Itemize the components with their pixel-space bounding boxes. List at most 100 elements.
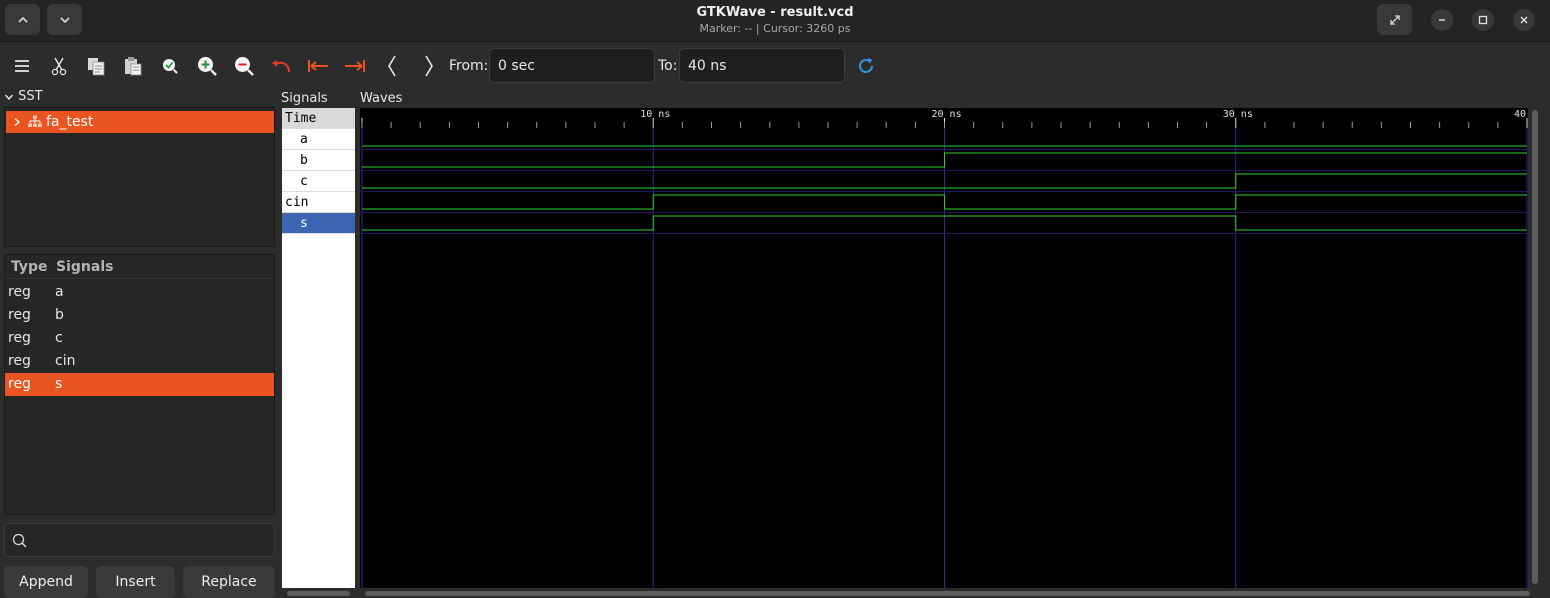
signal-list-row[interactable]: reg c: [5, 327, 274, 350]
time-tick-label: 20 ns: [932, 109, 962, 120]
fullscreen-icon: [1389, 14, 1400, 25]
maximize-icon: [1478, 15, 1488, 25]
time-tick-label: 30 ns: [1223, 109, 1253, 120]
signal-row-label: Time: [285, 111, 317, 126]
column-header-type[interactable]: Type: [11, 259, 48, 275]
signal-list-header: Type Signals: [5, 255, 274, 279]
from-label: From:: [449, 58, 489, 74]
signal-search-input[interactable]: [4, 523, 275, 557]
sst-tree: fa_test: [4, 107, 275, 247]
signal-type: reg: [8, 307, 31, 323]
zoom-out-icon: [235, 57, 254, 76]
reload-button[interactable]: [853, 53, 879, 79]
gtkwave-window: GTKWave - result.vcd Marker: -- | Cursor…: [0, 0, 1550, 598]
signal-list-row[interactable]: reg b: [5, 304, 274, 327]
minimize-button[interactable]: [1431, 9, 1453, 31]
signal-row-label: cin: [285, 195, 309, 210]
next-edge-button[interactable]: [416, 53, 442, 79]
signal-list: Type Signals reg a reg b reg c reg cin r…: [4, 254, 275, 515]
waveform-canvas[interactable]: 010 ns20 ns30 ns40 ns: [360, 108, 1528, 588]
undo-icon: [272, 60, 290, 73]
column-header-signals[interactable]: Signals: [56, 259, 113, 275]
search-icon: [12, 533, 27, 548]
signal-list-row[interactable]: reg cin: [5, 350, 274, 373]
next-edge-icon: [425, 55, 433, 77]
title-bar: GTKWave - result.vcd Marker: -- | Cursor…: [0, 0, 1550, 42]
waves-pane-label: Waves: [360, 91, 403, 106]
window-title: GTKWave - result.vcd: [696, 5, 854, 20]
signal-type: reg: [8, 376, 31, 392]
signal-row-time[interactable]: Time: [282, 108, 355, 129]
waves-horizontal-scrollbar[interactable]: [365, 591, 1530, 596]
time-tick-label: 10 ns: [640, 109, 670, 120]
prev-edge-button[interactable]: [379, 53, 405, 79]
cut-icon: [51, 57, 67, 76]
signal-row-c[interactable]: c: [282, 171, 355, 192]
to-input[interactable]: 40 ns: [679, 48, 845, 83]
to-label: To:: [658, 58, 678, 74]
tree-item-fa-test[interactable]: fa_test: [6, 111, 274, 133]
tree-item-label: fa_test: [46, 114, 94, 130]
zoom-fit-icon: [163, 59, 178, 74]
from-input[interactable]: 0 sec: [489, 48, 655, 83]
insert-button[interactable]: Insert: [96, 566, 175, 598]
signal-list-row-selected[interactable]: reg s: [5, 373, 274, 396]
signal-row-label: b: [300, 153, 308, 168]
signals-horizontal-scrollbar[interactable]: [287, 591, 350, 596]
go-end-icon: [345, 60, 365, 72]
signal-row-a[interactable]: a: [282, 129, 355, 150]
minimize-icon: [1439, 19, 1445, 21]
signal-type: reg: [8, 284, 31, 300]
signal-type: reg: [8, 330, 31, 346]
signal-name: s: [55, 376, 63, 392]
menu-icon: [15, 60, 29, 72]
signal-row-label: a: [300, 132, 308, 147]
signal-name: b: [55, 307, 64, 323]
paste-button[interactable]: [120, 53, 146, 79]
undo-button[interactable]: [268, 53, 294, 79]
signal-list-row[interactable]: reg a: [5, 281, 274, 304]
waveform-b: [362, 152, 1527, 168]
menu-button[interactable]: [9, 53, 35, 79]
sst-header-label: SST: [18, 89, 43, 104]
go-end-button[interactable]: [342, 53, 368, 79]
replace-button[interactable]: Replace: [183, 566, 275, 598]
chevron-down-icon: [4, 94, 14, 100]
hierarchy-icon: [28, 115, 42, 127]
sst-header[interactable]: SST: [4, 89, 43, 104]
append-button[interactable]: Append: [4, 566, 88, 598]
signal-name: c: [55, 330, 63, 346]
signal-type: reg: [8, 353, 31, 369]
cut-button[interactable]: [46, 53, 72, 79]
waveform-cin: [362, 194, 1527, 210]
prev-edge-icon: [388, 55, 396, 77]
close-button[interactable]: [1513, 9, 1535, 31]
zoom-in-button[interactable]: [194, 53, 220, 79]
fullscreen-button[interactable]: [1377, 4, 1412, 35]
waves-pane[interactable]: 010 ns20 ns30 ns40 ns: [360, 108, 1528, 588]
zoom-out-button[interactable]: [231, 53, 257, 79]
maximize-button[interactable]: [1472, 9, 1494, 31]
signals-pane: Time a b c cin s: [282, 108, 355, 588]
waves-vertical-scrollbar[interactable]: [1532, 110, 1538, 584]
copy-icon: [88, 58, 105, 76]
signals-pane-label: Signals: [281, 91, 328, 106]
close-icon: [1520, 16, 1528, 24]
zoom-fit-button[interactable]: [157, 53, 183, 79]
go-start-icon: [308, 60, 328, 72]
signal-row-label: s: [300, 216, 308, 231]
copy-button[interactable]: [83, 53, 109, 79]
paste-icon: [125, 57, 142, 76]
chevron-right-icon: [14, 117, 21, 127]
window-subtitle: Marker: -- | Cursor: 3260 ps: [699, 22, 851, 35]
signal-row-b[interactable]: b: [282, 150, 355, 171]
signal-row-label: c: [300, 174, 308, 189]
signal-row-cin[interactable]: cin: [282, 192, 355, 213]
time-tick-label: 40 ns: [1514, 109, 1528, 120]
zoom-in-icon: [198, 57, 217, 76]
signal-name: a: [55, 284, 64, 300]
go-start-button[interactable]: [305, 53, 331, 79]
reload-icon: [859, 58, 873, 73]
signal-name: cin: [55, 353, 76, 369]
signal-row-s[interactable]: s: [282, 213, 355, 234]
